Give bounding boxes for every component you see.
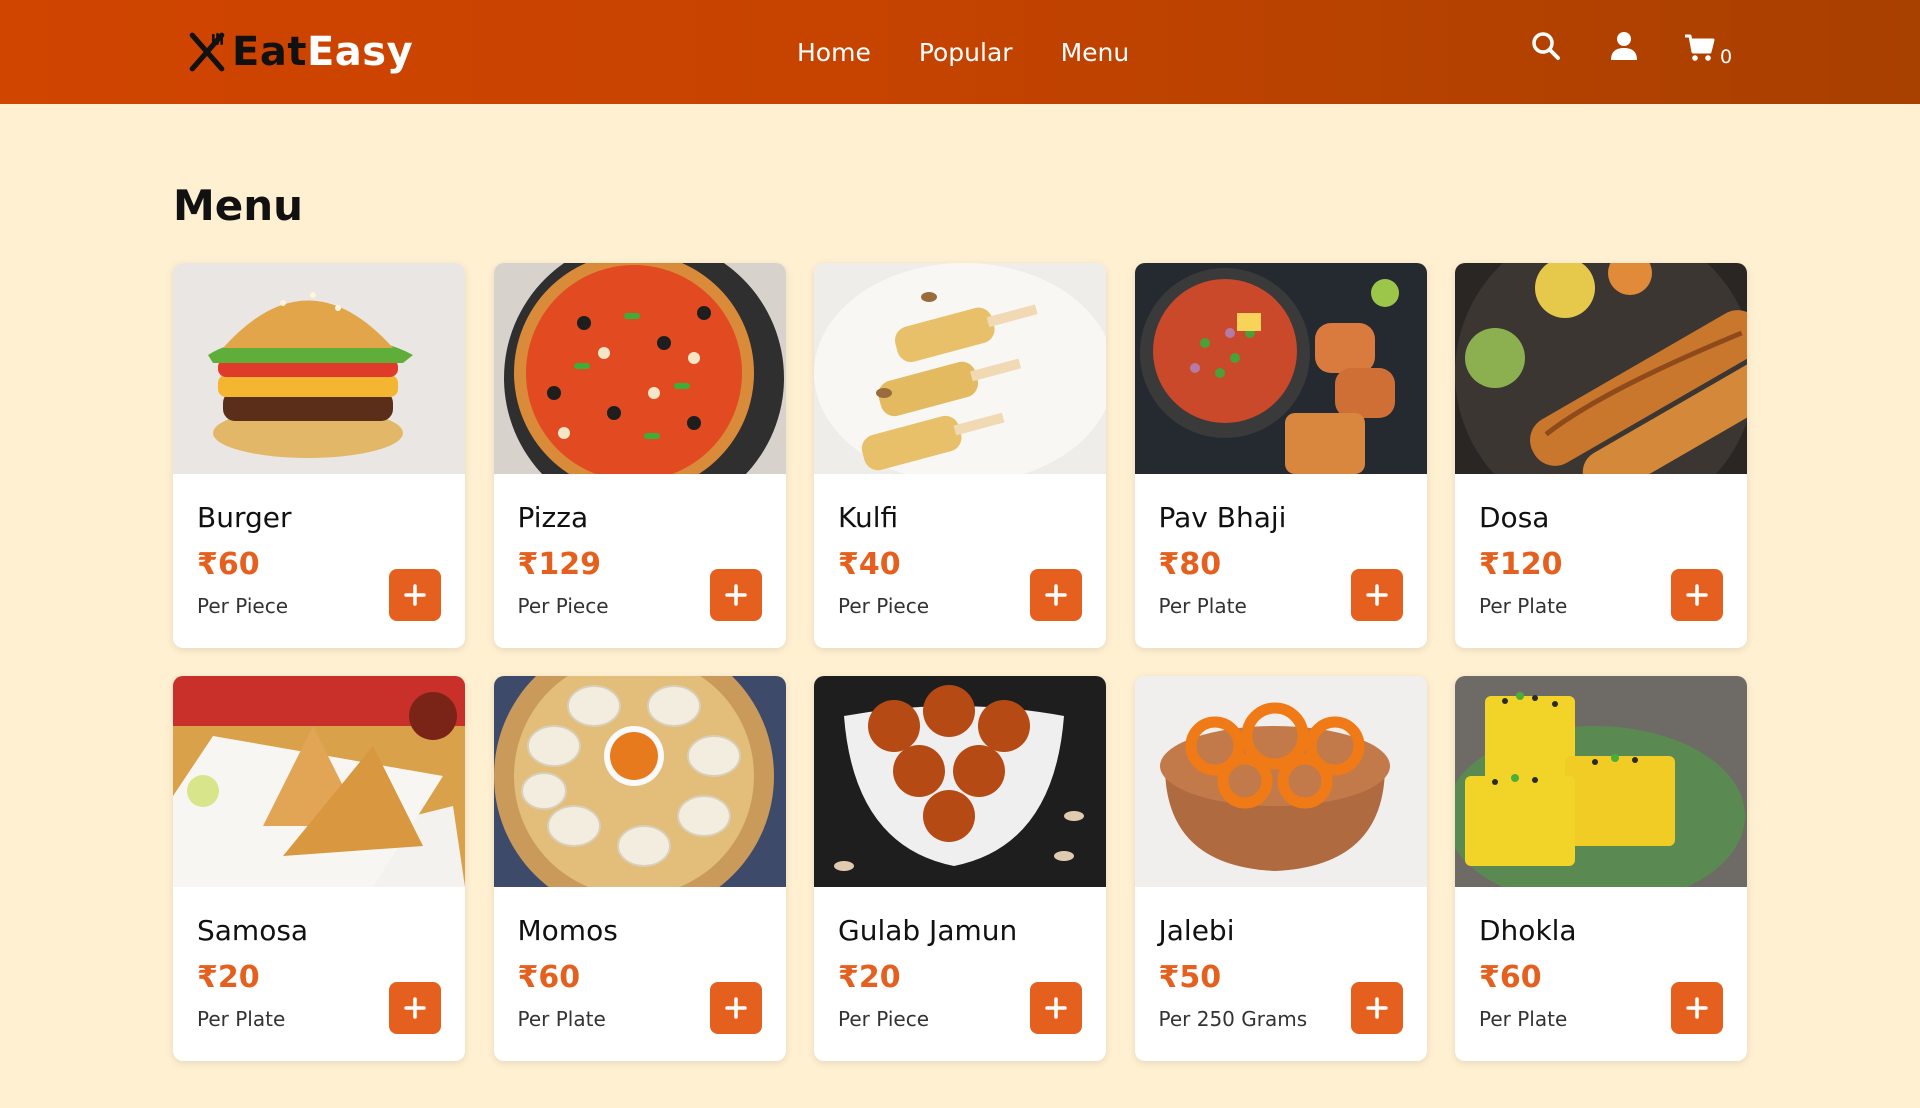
menu-card-momos[interactable]: Momos ₹60 Per Plate xyxy=(493,676,786,1061)
item-price: ₹40 xyxy=(838,547,901,582)
item-unit: Per Plate xyxy=(517,1007,606,1031)
menu-grid: Burger ₹60 Per Piece Pizza ₹129 Per Piec… xyxy=(173,263,1747,1061)
brand-logo[interactable]: Eat Easy xyxy=(186,28,413,76)
add-to-cart-button[interactable] xyxy=(1671,569,1723,621)
item-name: Momos xyxy=(517,914,618,947)
menu-card-dosa[interactable]: Dosa ₹120 Per Plate xyxy=(1455,263,1747,648)
menu-card-samosa[interactable]: Samosa ₹20 Per Plate xyxy=(173,676,465,1061)
nav-popular-link[interactable]: Popular xyxy=(919,36,1013,70)
gulab-jamun-image xyxy=(814,676,1106,887)
item-name: Kulfi xyxy=(838,501,899,534)
plus-icon xyxy=(1686,997,1708,1019)
dhokla-image xyxy=(1455,676,1747,887)
item-price: ₹60 xyxy=(197,547,260,582)
cart-button[interactable]: 0 xyxy=(1684,30,1732,68)
pav-bhaji-image xyxy=(1134,263,1427,474)
plus-icon xyxy=(1365,584,1388,606)
item-name: Jalebi xyxy=(1158,914,1235,947)
search-icon[interactable] xyxy=(1530,30,1566,66)
pizza-image xyxy=(493,263,786,474)
add-to-cart-button[interactable] xyxy=(1350,982,1403,1034)
menu-card-jalebi[interactable]: Jalebi ₹50 Per 250 Grams xyxy=(1134,676,1427,1061)
item-unit: Per Plate xyxy=(197,1007,286,1031)
item-name: Samosa xyxy=(197,914,309,947)
item-name: Dhokla xyxy=(1479,914,1577,947)
plus-icon xyxy=(724,584,747,606)
brand-name-part1: Eat xyxy=(232,29,307,75)
dosa-image xyxy=(1455,263,1747,474)
menu-card-dhokla[interactable]: Dhokla ₹60 Per Plate xyxy=(1455,676,1747,1061)
item-price: ₹60 xyxy=(517,960,581,995)
add-to-cart-button[interactable] xyxy=(389,569,441,621)
jalebi-image xyxy=(1134,676,1427,887)
item-unit: Per Piece xyxy=(838,1007,930,1031)
item-name: Dosa xyxy=(1479,501,1550,534)
plus-icon xyxy=(724,997,747,1019)
menu-card-burger[interactable]: Burger ₹60 Per Piece xyxy=(173,263,465,648)
add-to-cart-button[interactable] xyxy=(389,982,441,1034)
add-to-cart-button[interactable] xyxy=(709,982,762,1034)
item-price: ₹129 xyxy=(517,547,602,582)
plus-icon xyxy=(1686,584,1708,606)
cart-icon xyxy=(1684,32,1718,68)
item-unit: Per Piece xyxy=(517,594,609,618)
add-to-cart-button[interactable] xyxy=(1671,982,1723,1034)
fork-knife-icon xyxy=(189,32,225,72)
cart-count-badge: 0 xyxy=(1720,46,1733,68)
item-unit: Per Piece xyxy=(197,594,289,618)
menu-card-gulab-jamun[interactable]: Gulab Jamun ₹20 Per Piece xyxy=(814,676,1106,1061)
nav-home-link[interactable]: Home xyxy=(797,36,871,70)
item-name: Pav Bhaji xyxy=(1158,501,1287,534)
navbar: Eat Easy Home Popular Menu 0 xyxy=(0,0,1920,104)
momos-image xyxy=(493,676,786,887)
item-price: ₹20 xyxy=(197,960,260,995)
plus-icon xyxy=(404,584,426,606)
item-unit: Per Plate xyxy=(1479,1007,1568,1031)
item-price: ₹120 xyxy=(1479,547,1563,582)
samosa-image xyxy=(173,676,465,887)
item-unit: Per Plate xyxy=(1158,594,1247,618)
plus-icon xyxy=(1045,997,1067,1019)
user-icon[interactable] xyxy=(1608,30,1644,66)
menu-card-pav-bhaji[interactable]: Pav Bhaji ₹80 Per Plate xyxy=(1134,263,1427,648)
nav-menu-link[interactable]: Menu xyxy=(1061,36,1130,70)
item-name: Gulab Jamun xyxy=(838,914,1018,947)
menu-card-kulfi[interactable]: Kulfi ₹40 Per Piece xyxy=(814,263,1106,648)
add-to-cart-button[interactable] xyxy=(1350,569,1403,621)
item-name: Burger xyxy=(197,501,292,534)
add-to-cart-button[interactable] xyxy=(1030,982,1082,1034)
brand-name-part2: Easy xyxy=(306,29,414,75)
item-price: ₹60 xyxy=(1479,960,1542,995)
add-to-cart-button[interactable] xyxy=(709,569,762,621)
item-unit: Per Piece xyxy=(838,594,930,618)
item-price: ₹50 xyxy=(1158,960,1222,995)
item-price: ₹20 xyxy=(838,960,901,995)
nav-links: Home Popular Menu xyxy=(797,36,1177,70)
item-unit: Per Plate xyxy=(1479,594,1568,618)
item-unit: Per 250 Grams xyxy=(1158,1007,1308,1031)
menu-card-pizza[interactable]: Pizza ₹129 Per Piece xyxy=(493,263,786,648)
add-to-cart-button[interactable] xyxy=(1030,569,1082,621)
plus-icon xyxy=(404,997,426,1019)
plus-icon xyxy=(1365,997,1388,1019)
kulfi-image xyxy=(814,263,1106,474)
header-actions: 0 xyxy=(1530,30,1732,68)
burger-image xyxy=(173,263,465,474)
plus-icon xyxy=(1045,584,1067,606)
item-price: ₹80 xyxy=(1158,547,1222,582)
item-name: Pizza xyxy=(517,501,589,534)
section-title: Menu xyxy=(173,181,304,230)
